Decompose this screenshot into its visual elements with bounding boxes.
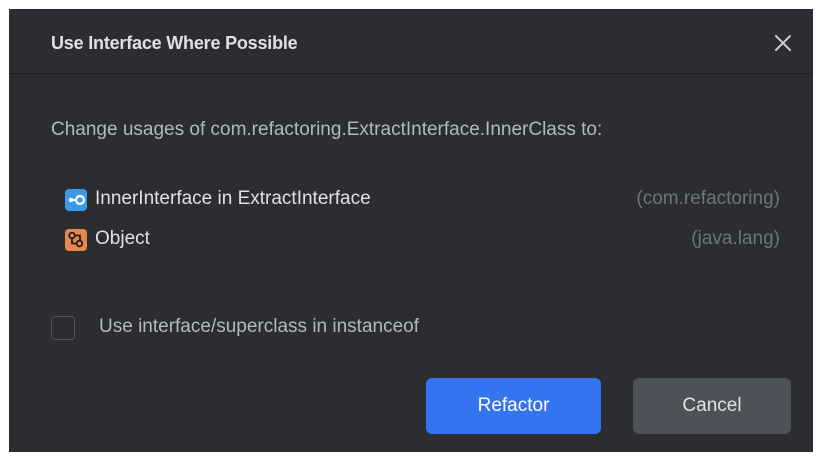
- list-item-inner-interface[interactable]: InnerInterface in ExtractInterface (com.…: [65, 186, 785, 226]
- list-item-package: (com.refactoring): [636, 188, 780, 209]
- list-item-package: (java.lang): [691, 228, 780, 249]
- use-interface-dialog: Use Interface Where Possible Change usag…: [9, 9, 813, 452]
- dialog-titlebar: Use Interface Where Possible: [9, 9, 813, 74]
- close-icon[interactable]: [769, 29, 797, 57]
- cancel-button[interactable]: Cancel: [633, 378, 791, 434]
- list-item-name: Object: [95, 228, 150, 249]
- dialog-message: Change usages of com.refactoring.Extract…: [51, 119, 603, 140]
- instanceof-checkbox[interactable]: [51, 316, 75, 340]
- dialog-title: Use Interface Where Possible: [51, 33, 298, 53]
- class-icon: [65, 229, 87, 251]
- list-item-object[interactable]: Object (java.lang): [65, 226, 785, 266]
- type-list: InnerInterface in ExtractInterface (com.…: [65, 186, 785, 266]
- refactor-button[interactable]: Refactor: [426, 378, 601, 434]
- instanceof-checkbox-label: Use interface/superclass in instanceof: [99, 316, 419, 337]
- interface-icon: [65, 189, 87, 211]
- list-item-name: InnerInterface in ExtractInterface: [95, 188, 371, 209]
